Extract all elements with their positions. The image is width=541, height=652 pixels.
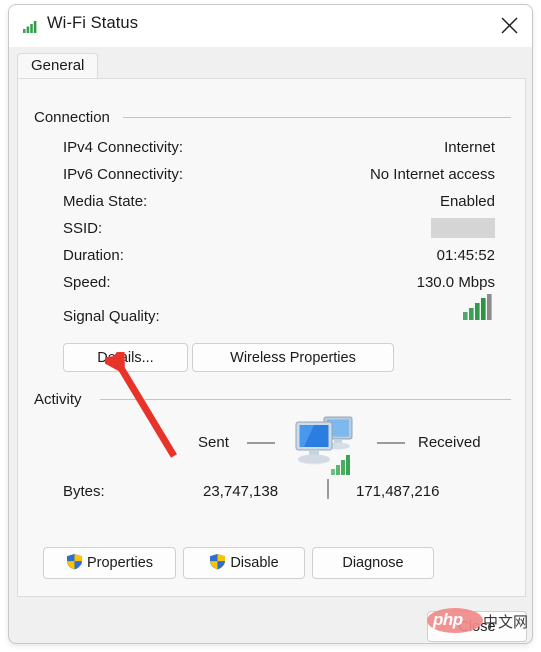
received-dash: [377, 442, 405, 444]
activity-group-rule: [100, 399, 511, 400]
two-computers-network-icon: [290, 412, 362, 483]
wifi-status-dialog: Wi-Fi Status General Connection IPv4 Con…: [8, 4, 533, 644]
tab-general[interactable]: General: [17, 53, 99, 79]
ipv6-connectivity-value: No Internet access: [369, 166, 495, 183]
media-state-label: Media State:: [63, 193, 148, 210]
ipv4-connectivity-label: IPv4 Connectivity:: [63, 139, 184, 156]
ssid-redacted-value: [431, 218, 495, 238]
wireless-properties-button[interactable]: Wireless Properties: [192, 343, 394, 372]
uac-shield-icon: [66, 553, 83, 574]
signal-bars-icon: [463, 294, 495, 325]
uac-shield-icon: [209, 553, 226, 574]
media-state-value: Enabled: [439, 193, 495, 210]
page-title: Wi-Fi Status: [47, 14, 139, 32]
ipv4-connectivity-value: Internet: [444, 139, 495, 156]
title-bar: Wi-Fi Status: [9, 5, 532, 47]
signal-quality-label: Signal Quality:: [63, 308, 160, 325]
close-x-icon[interactable]: [486, 5, 532, 47]
speed-value: 130.0 Mbps: [416, 274, 495, 291]
bytes-received-value: 171,487,216: [356, 483, 440, 500]
connection-group-rule: [123, 117, 511, 118]
sent-dash: [247, 442, 275, 444]
ipv6-connectivity-label: IPv6 Connectivity:: [63, 166, 184, 183]
properties-button-label: Properties: [86, 555, 154, 571]
close-button-label: Close: [458, 618, 496, 635]
properties-button[interactable]: Properties: [43, 547, 176, 579]
close-button[interactable]: Close: [427, 611, 527, 642]
duration-label: Duration:: [63, 247, 124, 264]
speed-label: Speed:: [63, 274, 111, 291]
ssid-label: SSID:: [63, 220, 103, 237]
disable-button-label: Disable: [230, 555, 279, 571]
duration-value: 01:45:52: [436, 247, 495, 264]
tab-strip: General: [9, 47, 532, 79]
activity-group-label: Activity: [34, 391, 82, 408]
connection-group-label: Connection: [34, 109, 110, 126]
bytes-sent-value: 23,747,138: [203, 483, 279, 500]
activity-divider: [327, 479, 329, 499]
general-tab-panel: Connection IPv4 Connectivity: Internet I…: [17, 78, 526, 597]
wifi-signal-icon: [22, 18, 40, 34]
sent-label: Sent: [198, 434, 229, 451]
received-label: Received: [418, 434, 481, 451]
diagnose-button[interactable]: Diagnose: [312, 547, 434, 579]
disable-button[interactable]: Disable: [183, 547, 305, 579]
bytes-label: Bytes:: [63, 483, 105, 500]
details-button[interactable]: Details...: [63, 343, 188, 372]
